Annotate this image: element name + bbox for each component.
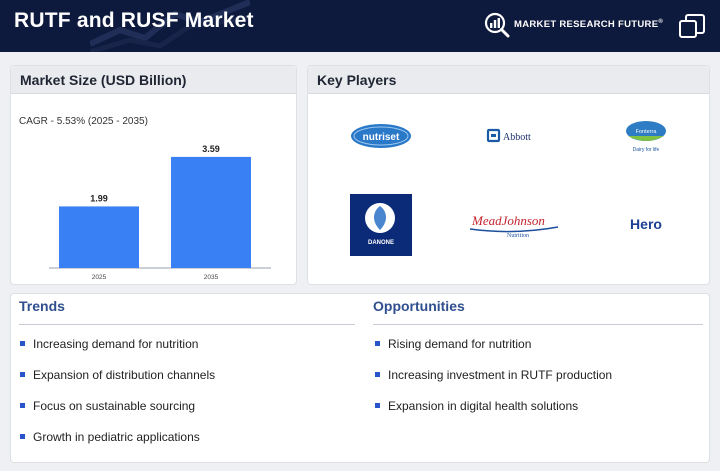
trend-item: Increasing demand for nutrition	[20, 337, 198, 351]
brand-logo-icon	[484, 12, 510, 38]
market-size-panel: Market Size (USD Billion) CAGR - 5.53% (…	[10, 65, 297, 285]
opportunity-item: Expansion in digital health solutions	[375, 399, 578, 413]
brand-name: MARKET RESEARCH FUTURE®	[514, 19, 664, 31]
opportunities-divider	[373, 324, 703, 325]
svg-text:Hero: Hero	[630, 216, 662, 232]
header-bar: RUTF and RUSF Market MARKET RESEARCH FUT…	[0, 0, 720, 52]
bar-2025	[59, 206, 139, 268]
x-tick-label: 2025	[92, 274, 107, 281]
market-size-title: Market Size (USD Billion)	[20, 72, 187, 88]
opportunity-item: Rising demand for nutrition	[375, 337, 531, 351]
nutriset-logo: nutriset	[351, 124, 411, 148]
market-size-header: Market Size (USD Billion)	[11, 66, 296, 94]
trend-item: Growth in pediatric applications	[20, 430, 200, 444]
svg-text:Fonterra: Fonterra	[636, 129, 658, 135]
abbott-logo: Abbott	[486, 128, 531, 143]
opportunity-item: Increasing investment in RUTF production	[375, 368, 612, 382]
svg-text:nutriset: nutriset	[363, 132, 400, 143]
brand-logo[interactable]: MARKET RESEARCH FUTURE®	[484, 12, 663, 38]
trend-item: Focus on sustainable sourcing	[20, 399, 195, 413]
trends-title: Trends	[19, 298, 65, 314]
key-players-header: Key Players	[308, 66, 709, 94]
key-players-title: Key Players	[317, 72, 397, 88]
copy-icon[interactable]	[677, 12, 707, 42]
trends-divider	[19, 324, 355, 325]
fonterra-logo: Fonterra Dairy for life	[626, 121, 666, 153]
mead-johnson-logo: MeadJohnson Nutrition	[469, 213, 559, 239]
bar-value-label: 3.59	[202, 144, 220, 154]
market-size-chart: 1.99 2025 3.59 2035	[49, 144, 271, 281]
svg-text:Abbott: Abbott	[503, 132, 531, 143]
bar-value-label: 1.99	[90, 193, 108, 203]
svg-text:Nutrition: Nutrition	[507, 233, 529, 239]
opportunities-title: Opportunities	[373, 298, 465, 314]
hero-logo: Hero	[630, 216, 662, 232]
svg-text:MeadJohnson: MeadJohnson	[471, 213, 545, 228]
bar-2035	[171, 156, 251, 268]
trend-item: Expansion of distribution channels	[20, 368, 215, 382]
trends-opportunities-panel: Trends Increasing demand for nutrition E…	[10, 293, 710, 463]
svg-text:Dairy for life: Dairy for life	[633, 147, 660, 153]
danone-logo: DANONE	[350, 194, 412, 256]
key-players-panel: Key Players nutriset Abbott Fonterra Dai…	[307, 65, 710, 285]
x-tick-label: 2035	[204, 274, 219, 281]
svg-text:DANONE: DANONE	[368, 240, 394, 246]
page-title: RUTF and RUSF Market	[14, 9, 254, 32]
